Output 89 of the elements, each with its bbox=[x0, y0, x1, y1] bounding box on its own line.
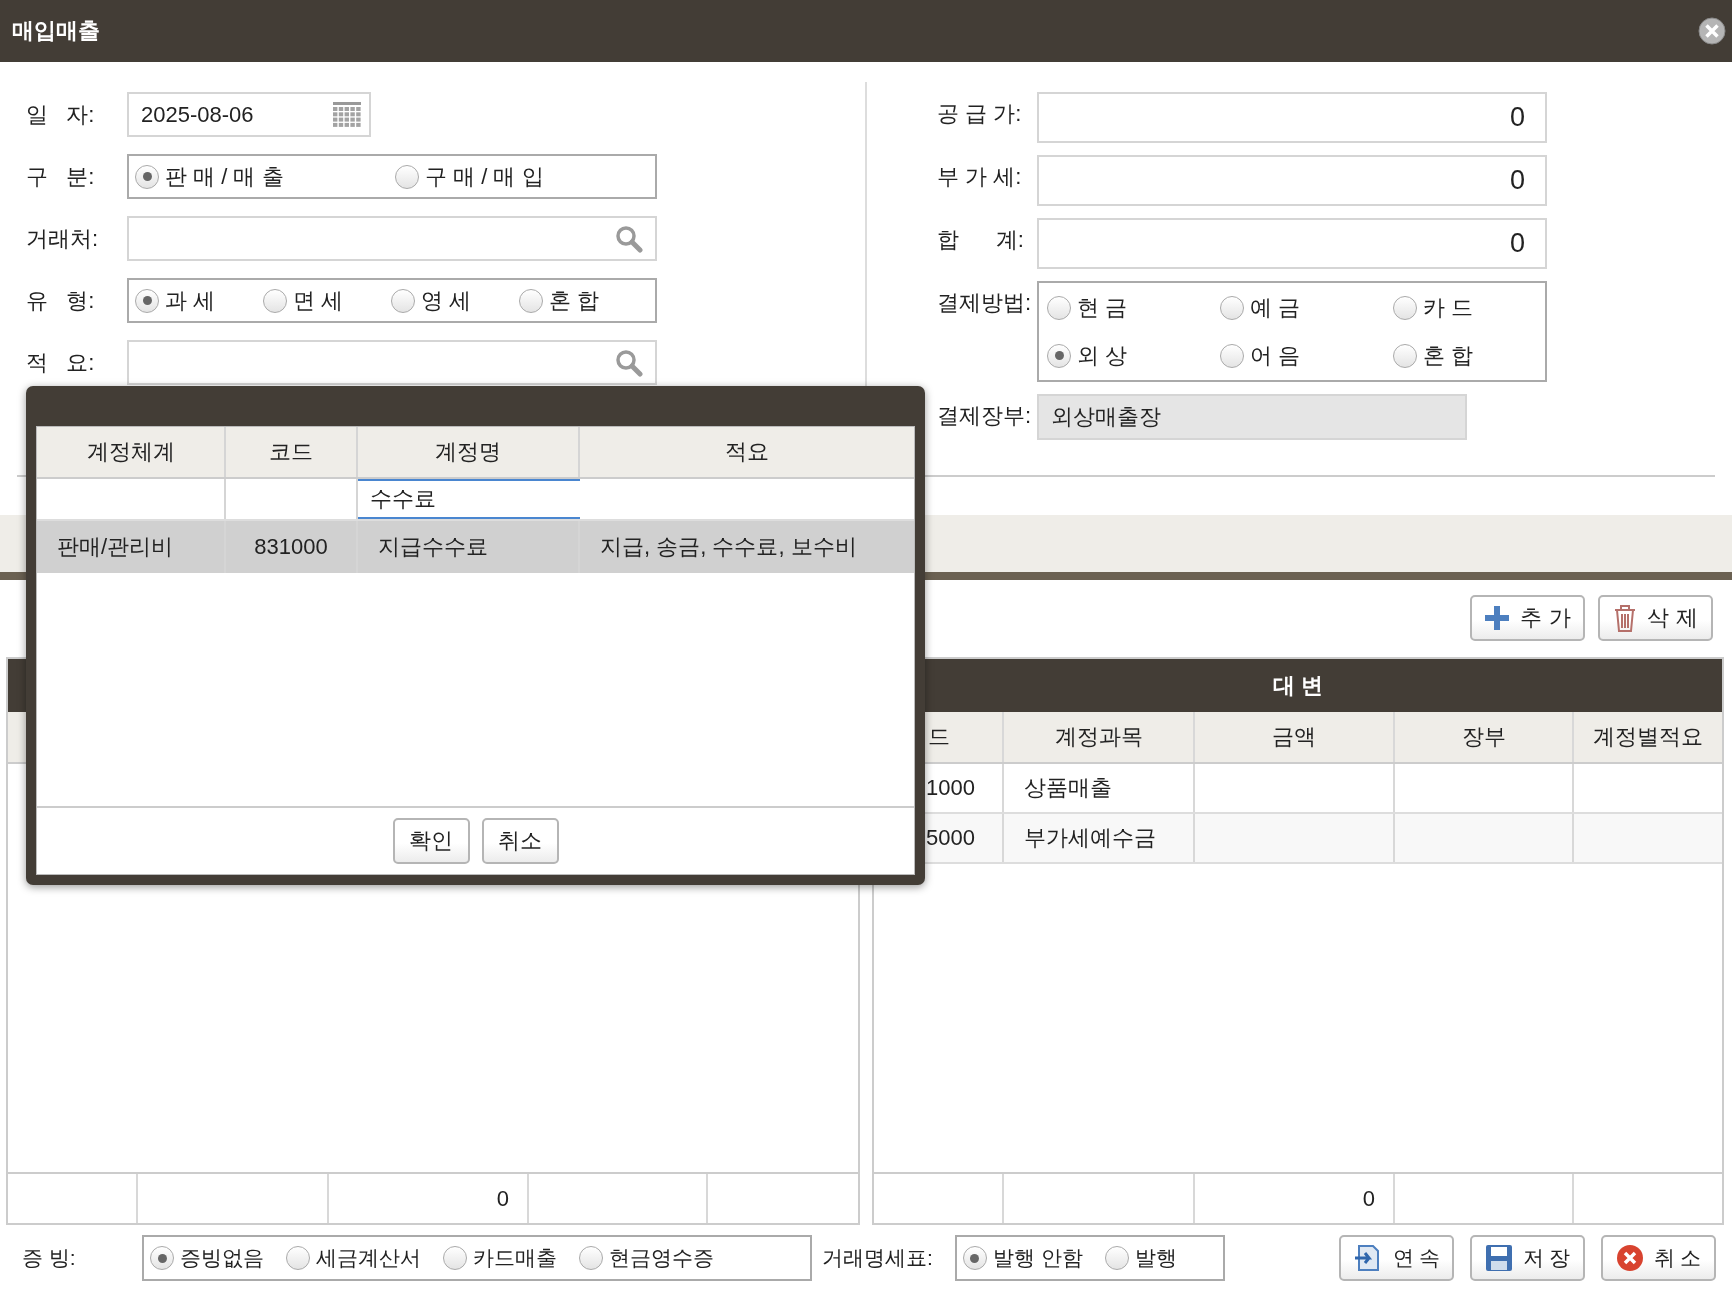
floppy-icon bbox=[1484, 1244, 1513, 1272]
radio-label: 혼 합 bbox=[1423, 341, 1474, 370]
table-row[interactable]: 판매/관리비 831000 지급수수료 지급, 송금, 수수료, 보수비 bbox=[37, 521, 914, 573]
dialog-button[interactable]: 취소 bbox=[481, 818, 559, 864]
field-label: 거래처: bbox=[26, 224, 100, 253]
field-label: 증 빙: bbox=[22, 1245, 77, 1271]
cancel-icon bbox=[1615, 1244, 1644, 1272]
radio-button[interactable] bbox=[135, 164, 159, 189]
trash-icon bbox=[1613, 604, 1638, 632]
radio-label: 카드매출 bbox=[473, 1245, 557, 1271]
column-header: 계정과목 bbox=[1004, 712, 1195, 762]
radio-label: 현금영수증 bbox=[609, 1245, 714, 1271]
date-field[interactable]: 2025-08-06 bbox=[127, 92, 371, 137]
radio-label: 영 세 bbox=[421, 286, 472, 315]
filter-field[interactable]: 수수료 bbox=[358, 479, 580, 519]
radio-button[interactable] bbox=[391, 288, 415, 313]
field-label: 부 가 세: bbox=[937, 163, 1023, 191]
field-label: 일 자: bbox=[26, 100, 96, 129]
table-cell: 831000 bbox=[226, 521, 358, 573]
table-cell-text: 지급, 송금, 수수료, 보수비 bbox=[599, 533, 858, 561]
search-field[interactable] bbox=[127, 216, 657, 261]
amount-field[interactable]: 0 bbox=[1037, 218, 1547, 269]
radio-button[interactable] bbox=[1047, 343, 1071, 368]
radio-label: 발행 안함 bbox=[992, 1245, 1083, 1271]
field-label: 유 형: bbox=[26, 286, 96, 315]
radio-button[interactable] bbox=[135, 288, 159, 313]
radio-label: 현 금 bbox=[1077, 293, 1128, 322]
radio-label: 세금계산서 bbox=[316, 1245, 421, 1271]
radio-label: 예 금 bbox=[1250, 293, 1301, 322]
window-title: 매입매출 bbox=[12, 17, 100, 45]
radio-button[interactable] bbox=[1393, 295, 1417, 320]
column-header: 적요 bbox=[724, 438, 770, 466]
field-label: 합 계: bbox=[937, 226, 1025, 254]
radio-label: 판 매 / 매 출 bbox=[165, 162, 284, 191]
plus-icon bbox=[1484, 605, 1511, 631]
radio-label: 구 매 / 매 입 bbox=[425, 162, 544, 191]
radio-button[interactable] bbox=[395, 164, 419, 189]
radio-button[interactable] bbox=[519, 288, 543, 313]
radio-button[interactable] bbox=[150, 1246, 174, 1270]
total-cell: 0 bbox=[329, 1174, 529, 1223]
radio-button[interactable] bbox=[1220, 295, 1244, 320]
column-header: 코드 bbox=[226, 427, 358, 477]
radio-button[interactable] bbox=[1220, 343, 1244, 368]
field-label: 구 분: bbox=[26, 162, 96, 191]
radio-label: 외 상 bbox=[1077, 341, 1128, 370]
radio-label: 발행 bbox=[1134, 1245, 1177, 1271]
radio-label: 카 드 bbox=[1423, 293, 1474, 322]
column-header: 계정별적요 bbox=[1592, 723, 1704, 751]
field-label: 결제장부: bbox=[937, 402, 1033, 430]
radio-label: 증빙없음 bbox=[180, 1245, 264, 1271]
radio-button[interactable] bbox=[443, 1246, 467, 1270]
amount-field[interactable]: 0 bbox=[1037, 92, 1547, 143]
action-button[interactable]: 취 소 bbox=[1601, 1235, 1716, 1281]
radio-button[interactable] bbox=[286, 1246, 310, 1270]
toolbar-button[interactable]: 삭 제 bbox=[1598, 595, 1713, 641]
column-header: 계정체계 bbox=[37, 427, 226, 477]
table-cell: 판매/관리비 bbox=[37, 521, 226, 573]
search-icon[interactable] bbox=[615, 224, 643, 253]
column-header: 장부 bbox=[1395, 712, 1574, 762]
dialog-button[interactable]: 확인 bbox=[392, 818, 470, 864]
calendar-icon[interactable] bbox=[333, 101, 361, 128]
field-label: 결제방법: bbox=[937, 289, 1033, 317]
radio-button[interactable] bbox=[962, 1246, 987, 1270]
toolbar-button[interactable]: 추 가 bbox=[1470, 595, 1585, 641]
radio-button[interactable] bbox=[1393, 343, 1417, 368]
radio-label: 혼 합 bbox=[549, 286, 600, 315]
close-icon[interactable] bbox=[1698, 17, 1726, 45]
total-cell: 0 bbox=[1195, 1174, 1395, 1223]
ledger-field: 외상매출장 bbox=[1037, 394, 1467, 440]
radio-label: 어 음 bbox=[1250, 341, 1301, 370]
field-label: 적 요: bbox=[26, 348, 96, 377]
table-cell: 상품매출 bbox=[1004, 764, 1195, 812]
table-cell: 지급수수료 bbox=[358, 521, 580, 573]
action-button[interactable]: 저 장 bbox=[1470, 1235, 1585, 1281]
radio-button[interactable] bbox=[1104, 1246, 1129, 1270]
search-icon[interactable] bbox=[615, 348, 643, 377]
table-cell: 부가세예수금 bbox=[1004, 814, 1195, 862]
radio-label: 과 세 bbox=[165, 286, 216, 315]
radio-button[interactable] bbox=[263, 288, 287, 313]
column-header: 계정명 bbox=[358, 427, 580, 477]
amount-field[interactable]: 0 bbox=[1037, 155, 1547, 206]
radio-button[interactable] bbox=[579, 1246, 603, 1270]
search-field[interactable] bbox=[127, 340, 657, 385]
radio-label: 면 세 bbox=[293, 286, 344, 315]
column-header: 금액 bbox=[1195, 712, 1395, 762]
field-label: 공 급 가: bbox=[937, 100, 1023, 128]
field-label: 거래명세표: bbox=[822, 1245, 933, 1271]
radio-button[interactable] bbox=[1047, 295, 1071, 320]
action-button[interactable]: 연 속 bbox=[1339, 1235, 1454, 1281]
